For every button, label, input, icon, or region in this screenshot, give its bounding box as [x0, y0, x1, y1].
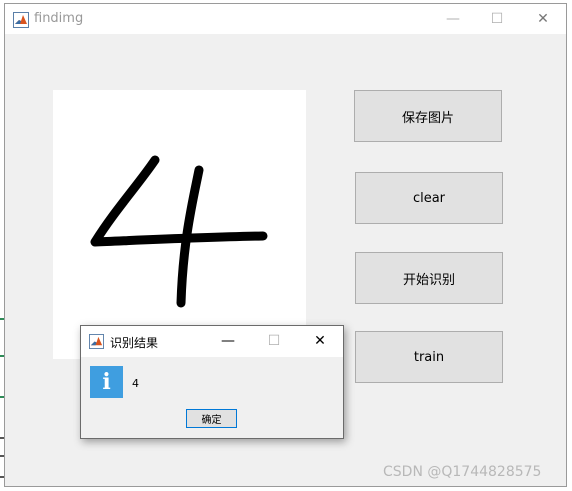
result-dialog: 识别结果 — ☐ ✕ i 4 确定 — [80, 325, 344, 439]
edge-mark — [0, 476, 4, 478]
info-icon: i — [90, 366, 123, 398]
dialog-message: 4 — [132, 377, 139, 390]
dialog-close-button[interactable]: ✕ — [300, 326, 340, 357]
dialog-maximize-button[interactable]: ☐ — [254, 326, 294, 357]
dialog-minimize-button[interactable]: — — [208, 326, 248, 357]
close-button[interactable]: ✕ — [520, 4, 566, 34]
drawing-canvas[interactable] — [53, 90, 306, 359]
edge-mark — [0, 437, 4, 439]
start-recognition-button[interactable]: 开始识别 — [355, 252, 503, 304]
ok-button[interactable]: 确定 — [186, 409, 237, 428]
dialog-title: 识别结果 — [110, 336, 159, 350]
handwritten-digit-drawing — [90, 155, 268, 308]
edge-mark — [0, 455, 4, 457]
dialog-titlebar[interactable]: 识别结果 — ☐ ✕ — [81, 326, 343, 357]
clear-button[interactable]: clear — [355, 172, 503, 224]
info-glyph: i — [102, 369, 111, 395]
edge-mark — [0, 355, 4, 357]
window-title: findimg — [34, 11, 84, 26]
minimize-button[interactable]: — — [430, 4, 476, 34]
edge-mark — [0, 318, 4, 320]
window-titlebar[interactable]: findimg — ☐ ✕ — [5, 4, 566, 34]
watermark-text: CSDN @Q1744828575 — [383, 464, 542, 480]
train-button[interactable]: train — [355, 331, 503, 383]
background-window-edge — [0, 300, 6, 490]
edge-mark — [0, 396, 4, 398]
save-image-button[interactable]: 保存图片 — [354, 90, 502, 142]
matlab-app-icon — [13, 12, 29, 28]
matlab-app-icon — [89, 334, 104, 349]
maximize-button[interactable]: ☐ — [474, 4, 520, 34]
